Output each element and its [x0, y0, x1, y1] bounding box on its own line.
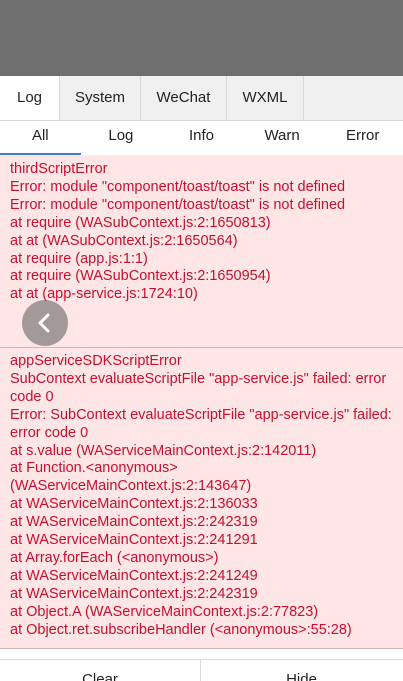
hide-button[interactable]: Hide	[201, 660, 402, 681]
log-filter-tabs: All Log Info Warn Error	[0, 121, 403, 156]
bottom-action-bar: Clear Hide	[0, 659, 403, 681]
log-line: at Function.<anonymous> (WAServiceMainCo…	[10, 460, 252, 495]
log-line: at require (app.js:1:1)	[10, 250, 148, 267]
filter-tab-log[interactable]: Log	[81, 121, 162, 155]
log-line: at require (WASubContext.js:2:1650954)	[10, 268, 271, 285]
log-entry: appServiceSDKScriptError SubContext eval…	[0, 348, 403, 649]
log-entry-title: appServiceSDKScriptError	[10, 353, 182, 369]
filter-tab-warn[interactable]: Warn	[242, 121, 323, 155]
filter-tab-all[interactable]: All	[0, 121, 81, 155]
log-line: Error: module "component/toast/toast" is…	[10, 178, 346, 195]
tab-log[interactable]: Log	[0, 76, 60, 120]
tab-wxml[interactable]: WXML	[227, 76, 304, 120]
floating-back-button[interactable]	[22, 300, 68, 346]
log-entry-title: thirdScriptError	[10, 161, 108, 177]
log-line: at require (WASubContext.js:2:1650813)	[10, 214, 271, 231]
clear-button[interactable]: Clear	[0, 660, 201, 681]
log-line: at WAServiceMainContext.js:2:242319	[10, 585, 258, 602]
log-line: at WAServiceMainContext.js:2:242319	[10, 514, 258, 531]
log-line: Error: module "component/toast/toast" is…	[10, 196, 346, 213]
log-line: at WAServiceMainContext.js:2:241249	[10, 567, 258, 584]
log-line: at Array.forEach (<anonymous>)	[10, 549, 219, 566]
log-line: at WAServiceMainContext.js:2:136033	[10, 496, 258, 513]
tab-system[interactable]: System	[60, 76, 141, 120]
filter-tab-info[interactable]: Info	[161, 121, 242, 155]
tab-wechat[interactable]: WeChat	[141, 76, 227, 120]
back-arrow-icon	[38, 313, 50, 333]
log-line: at s.value (WAServiceMainContext.js:2:14…	[10, 442, 317, 459]
top-bar	[0, 0, 403, 76]
log-line: at Object.ret.subscribeHandler (<anonymo…	[10, 621, 352, 638]
log-line: at Object.A (WAServiceMainContext.js:2:7…	[10, 603, 319, 620]
filter-tab-error[interactable]: Error	[322, 121, 403, 155]
log-line: at at (WASubContext.js:2:1650564)	[10, 232, 238, 249]
log-line: at WAServiceMainContext.js:2:241291	[10, 532, 258, 549]
log-line: Error: SubContext evaluateScriptFile "ap…	[10, 406, 396, 441]
main-tabs: Log System WeChat WXML	[0, 76, 403, 121]
log-line: SubContext evaluateScriptFile "app-servi…	[10, 370, 391, 405]
log-list[interactable]: thirdScriptError Error: module "componen…	[0, 155, 403, 660]
